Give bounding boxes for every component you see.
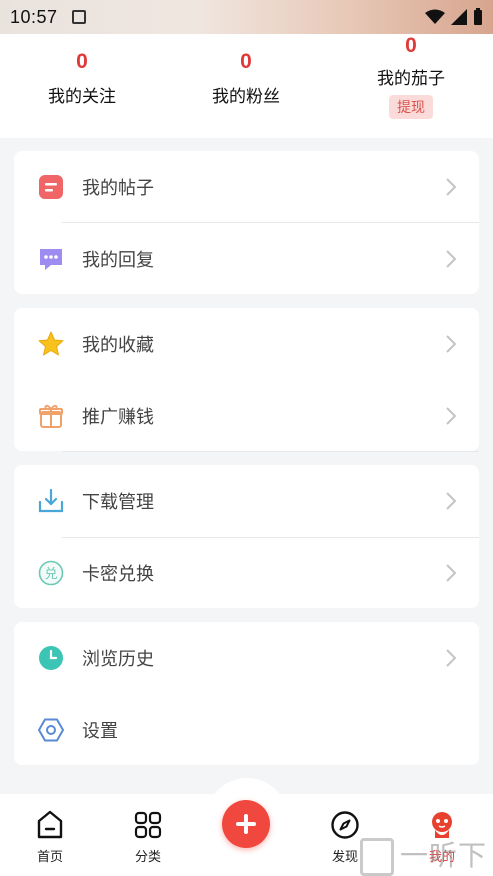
stat-eggplant[interactable]: 0 我的茄子 提现 [341, 34, 481, 119]
menu-item-label: 我的收藏 [82, 335, 154, 356]
notification-icon [71, 10, 86, 24]
watermark-logo [360, 838, 394, 876]
nav-home[interactable]: 首页 [20, 810, 80, 865]
nav-home-label: 首页 [36, 850, 63, 865]
chevron-right-icon [446, 407, 457, 425]
menu-item-redeem-code[interactable]: 兑 卡密兑换 [14, 537, 479, 609]
chevron-right-icon [446, 178, 457, 196]
menu-item-label: 浏览历史 [82, 649, 154, 670]
chevron-right-icon [446, 564, 457, 582]
battery-icon [474, 8, 482, 25]
home-icon [37, 810, 63, 839]
menu-item-settings[interactable]: 设置 [14, 694, 479, 766]
gift-icon [38, 403, 64, 429]
clock-icon [38, 645, 64, 671]
withdraw-button[interactable]: 提现 [389, 95, 433, 119]
chevron-right-icon [446, 649, 457, 667]
fans-count: 0 [240, 50, 252, 73]
stats-header: 0 我的关注 0 我的粉丝 0 我的茄子 提现 [0, 34, 493, 138]
nav-category[interactable]: 分类 [118, 810, 178, 865]
post-icon [38, 174, 64, 200]
signal-icon [451, 9, 467, 25]
stat-fans[interactable]: 0 我的粉丝 [176, 50, 316, 107]
download-icon [38, 488, 64, 514]
settings-icon [38, 717, 64, 743]
menu-item-label: 卡密兑换 [82, 564, 154, 585]
status-bar: 10:57 [0, 0, 493, 34]
grid-icon [134, 811, 162, 839]
redeem-icon: 兑 [38, 560, 64, 586]
status-indicators [425, 8, 483, 26]
star-icon [38, 331, 64, 357]
watermark: 一听下载 [360, 834, 493, 876]
compass-icon [331, 811, 359, 839]
menu-item-label: 设置 [82, 721, 118, 742]
menu-card-posts: 我的帖子 我的回复 [14, 151, 479, 294]
menu-card-history: 浏览历史 设置 [14, 622, 479, 765]
eggplant-count: 0 [405, 34, 417, 57]
chevron-right-icon [446, 492, 457, 510]
menu-item-my-posts[interactable]: 我的帖子 [14, 151, 479, 223]
menu-card-downloads: 下载管理 兑 卡密兑换 [14, 465, 479, 608]
following-label: 我的关注 [48, 87, 116, 107]
stat-following[interactable]: 0 我的关注 [12, 50, 152, 107]
menu-card-favorites: 我的收藏 推广赚钱 [14, 308, 479, 452]
svg-text:兑: 兑 [44, 567, 57, 582]
menu-item-label: 推广赚钱 [82, 407, 154, 428]
menu-item-download-manager[interactable]: 下载管理 [14, 465, 479, 537]
menu-item-favorites[interactable]: 我的收藏 [14, 308, 479, 380]
wifi-icon [425, 9, 445, 24]
menu-item-promote-earn[interactable]: 推广赚钱 [14, 380, 479, 452]
nav-category-label: 分类 [134, 850, 161, 865]
following-count: 0 [76, 50, 88, 73]
menu-item-my-replies[interactable]: 我的回复 [14, 223, 479, 295]
divider [62, 451, 479, 452]
reply-icon [38, 246, 64, 272]
menu-item-browse-history[interactable]: 浏览历史 [14, 622, 479, 694]
menu-item-label: 我的回复 [82, 250, 154, 271]
status-time: 10:57 [10, 6, 58, 27]
add-post-button[interactable] [222, 800, 270, 848]
menu-item-label: 我的帖子 [82, 178, 154, 199]
menu-item-label: 下载管理 [82, 492, 154, 513]
fans-label: 我的粉丝 [212, 87, 280, 107]
chevron-right-icon [446, 335, 457, 353]
chevron-right-icon [446, 250, 457, 268]
eggplant-label: 我的茄子 [377, 69, 445, 89]
